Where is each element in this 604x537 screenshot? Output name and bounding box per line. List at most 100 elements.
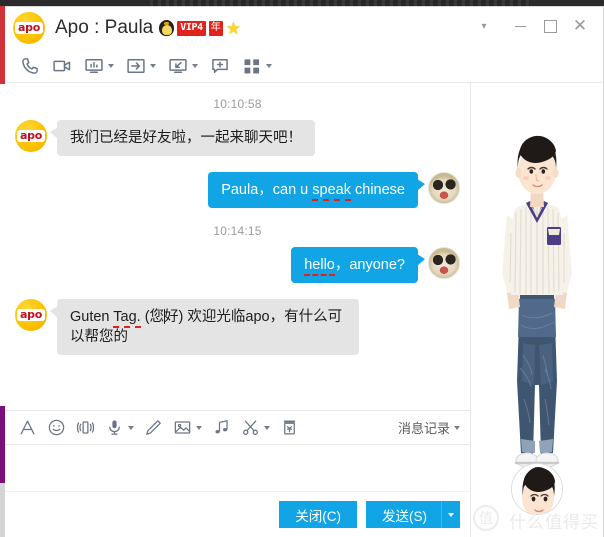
send-image-chevron-down-icon[interactable] bbox=[196, 425, 202, 430]
voice-message-chevron-down-icon[interactable] bbox=[128, 425, 134, 430]
message-text-part: (您 bbox=[140, 309, 165, 325]
chat-plus-icon bbox=[212, 58, 228, 73]
pen-icon bbox=[146, 420, 161, 435]
message-list[interactable]: 10:10:58 apo 我们已经是好友啦，一起来聊天吧！ Paula，can … bbox=[5, 83, 470, 411]
message-row-incoming: apo 我们已经是好友啦，一起来聊天吧！ bbox=[15, 120, 460, 156]
qq-chat-window-screenshot: apo Apo : Paula VIP4 年 ★ ▾ ✕ 10:10:58 ap… bbox=[0, 0, 604, 537]
message-text-part: Guten bbox=[70, 309, 114, 325]
watermark-text: 什么值得买 bbox=[509, 513, 599, 532]
chat-window: apo Apo : Paula VIP4 年 ★ ▾ ✕ 10:10:58 ap… bbox=[5, 6, 604, 537]
dog-avatar[interactable] bbox=[428, 247, 460, 279]
file-arrow-icon bbox=[127, 58, 145, 73]
apo-avatar-label: apo bbox=[17, 130, 45, 142]
microphone-icon bbox=[109, 420, 120, 435]
apo-avatar[interactable]: apo bbox=[15, 120, 47, 152]
send-image-button[interactable] bbox=[168, 415, 207, 441]
voice-message-button[interactable] bbox=[100, 415, 139, 441]
message-input[interactable] bbox=[5, 445, 470, 491]
screen-share-button[interactable] bbox=[79, 53, 119, 79]
font-style-button[interactable] bbox=[13, 415, 42, 441]
spellcheck-word: Tag. bbox=[113, 309, 141, 328]
window-body: 10:10:58 apo 我们已经是好友啦，一起来聊天吧！ Paula，can … bbox=[5, 83, 603, 537]
dog-avatar[interactable] bbox=[428, 172, 460, 204]
message-history-label: 消息记录 bbox=[397, 421, 450, 436]
remote-desktop-chevron-down-icon[interactable] bbox=[192, 63, 198, 68]
message-row-outgoing: hello，anyone? bbox=[15, 247, 460, 283]
handwriting-button[interactable] bbox=[139, 415, 168, 441]
timestamp-divider: 10:14:15 bbox=[213, 224, 262, 238]
close-chat-button[interactable]: 关闭(C) bbox=[279, 501, 357, 528]
profile-picture-image bbox=[512, 464, 562, 514]
timestamp-divider: 10:10:58 bbox=[213, 97, 262, 111]
font-a-icon bbox=[20, 420, 35, 435]
send-button[interactable]: 发送(S) bbox=[366, 501, 441, 528]
shake-window-icon bbox=[76, 421, 95, 434]
apps-grid-button[interactable] bbox=[237, 53, 277, 79]
screenshot-chevron-down-icon[interactable] bbox=[264, 425, 270, 430]
close-button[interactable]: ✕ bbox=[565, 9, 595, 43]
contact-avatar[interactable]: apo bbox=[13, 12, 45, 44]
window-title: Apo : Paula bbox=[55, 17, 154, 38]
send-button-group: 发送(S) bbox=[366, 501, 460, 528]
message-bubble-outgoing[interactable]: hello，anyone? bbox=[291, 247, 425, 283]
message-bubble-outgoing[interactable]: Paula，can u speak chinese bbox=[208, 172, 425, 208]
year-badge[interactable]: 年 bbox=[208, 20, 223, 36]
apo-avatar[interactable]: apo bbox=[15, 299, 47, 331]
action-button-bar: 关闭(C) 发送(S) bbox=[5, 491, 470, 537]
send-options-button[interactable] bbox=[441, 501, 460, 528]
chat-toolbar bbox=[5, 49, 603, 83]
message-text-part: ，anyone? bbox=[334, 257, 405, 273]
video-camera-icon bbox=[53, 60, 71, 71]
qq-penguin-badge-icon[interactable] bbox=[159, 20, 175, 36]
maximize-button[interactable] bbox=[535, 9, 565, 43]
message-bubble-incoming[interactable]: Guten Tag. (您好) 欢迎光临apo，有什么可以帮您的 bbox=[50, 299, 359, 355]
title-bar: apo Apo : Paula VIP4 年 ★ ▾ ✕ bbox=[5, 7, 603, 49]
music-button[interactable] bbox=[207, 415, 236, 441]
badge-group: VIP4 年 ★ bbox=[159, 20, 241, 37]
qq-show-character-image bbox=[502, 135, 572, 468]
voice-call-button[interactable] bbox=[15, 53, 45, 79]
compose-toolbar: 消息记录 bbox=[5, 411, 470, 445]
screenshot-button[interactable] bbox=[236, 415, 275, 441]
watermark-logo-icon: 值 bbox=[473, 505, 499, 531]
message-history-button[interactable]: 消息记录 bbox=[398, 418, 460, 437]
apo-avatar-label: apo bbox=[17, 309, 45, 321]
emoji-button[interactable] bbox=[42, 415, 71, 441]
create-discussion-button[interactable] bbox=[205, 53, 235, 79]
spellcheck-word: speak bbox=[312, 182, 351, 201]
monitor-icon bbox=[85, 58, 103, 73]
scissors-icon bbox=[243, 420, 258, 435]
send-file-chevron-down-icon[interactable] bbox=[150, 63, 156, 68]
star-badge-icon[interactable]: ★ bbox=[226, 20, 241, 37]
message-row-incoming: apo Guten Tag. (您好) 欢迎光临apo，有什么可以帮您的 bbox=[15, 299, 460, 355]
red-envelope-button[interactable] bbox=[275, 415, 304, 441]
message-row-outgoing: Paula，can u speak chinese bbox=[15, 172, 460, 208]
message-bubble-incoming[interactable]: 我们已经是好友啦，一起来聊天吧！ bbox=[50, 120, 315, 156]
shake-window-button[interactable] bbox=[71, 415, 100, 441]
chat-column: 10:10:58 apo 我们已经是好友啦，一起来聊天吧！ Paula，can … bbox=[5, 83, 470, 537]
red-envelope-icon bbox=[283, 420, 296, 435]
screen-share-chevron-down-icon[interactable] bbox=[108, 63, 114, 68]
send-chevron-down-icon bbox=[448, 512, 454, 517]
remote-desktop-button[interactable] bbox=[163, 53, 203, 79]
avatar-label: apo bbox=[15, 22, 43, 34]
image-icon bbox=[174, 421, 191, 434]
message-history-chevron-down-icon[interactable] bbox=[454, 425, 460, 430]
message-text-part: Paula，can u bbox=[221, 182, 313, 198]
qq-show-panel[interactable]: 值 什么值得买 bbox=[470, 83, 603, 537]
titlebar-menu-chevron-icon[interactable]: ▾ bbox=[469, 9, 499, 43]
phone-icon bbox=[22, 57, 38, 74]
apps-grid-icon bbox=[244, 58, 260, 73]
spellcheck-word: hello bbox=[304, 257, 335, 276]
minimize-button[interactable] bbox=[505, 9, 535, 43]
music-note-icon bbox=[215, 420, 228, 434]
message-text-part: chinese bbox=[350, 182, 405, 198]
send-file-button[interactable] bbox=[121, 53, 161, 79]
apps-grid-chevron-down-icon[interactable] bbox=[266, 63, 272, 68]
remote-desktop-icon bbox=[169, 58, 187, 73]
vip-badge[interactable]: VIP4 bbox=[177, 20, 206, 36]
video-call-button[interactable] bbox=[47, 53, 77, 79]
profile-picture[interactable] bbox=[511, 463, 563, 515]
smiley-icon bbox=[48, 419, 65, 436]
window-controls: ▾ ✕ bbox=[469, 7, 603, 45]
